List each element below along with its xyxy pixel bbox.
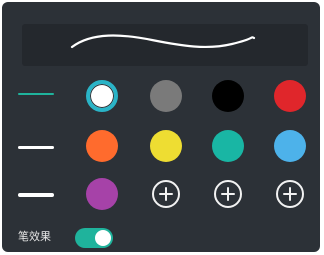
stroke-width-thick[interactable] bbox=[6, 176, 68, 216]
color-swatch-gray[interactable] bbox=[150, 80, 182, 112]
color-swatch-orange[interactable] bbox=[86, 130, 118, 162]
color-swatch-red[interactable] bbox=[274, 80, 306, 112]
color-palette bbox=[84, 76, 316, 226]
stroke-width-medium-line bbox=[18, 146, 54, 149]
pen-effect-label: 笔效果 bbox=[18, 230, 51, 243]
add-color-button[interactable] bbox=[152, 180, 180, 208]
color-swatch-white[interactable] bbox=[86, 80, 118, 112]
plus-icon bbox=[159, 187, 173, 201]
stroke-width-thin[interactable] bbox=[6, 74, 68, 114]
color-swatch-black[interactable] bbox=[212, 80, 244, 112]
color-swatch-yellow[interactable] bbox=[150, 130, 182, 162]
toggle-knob bbox=[95, 230, 111, 246]
color-swatch-purple[interactable] bbox=[86, 178, 118, 210]
pen-settings-panel: 笔效果 bbox=[2, 2, 320, 252]
stroke-preview bbox=[22, 24, 308, 66]
stroke-preview-curve bbox=[70, 34, 256, 49]
color-swatch-teal[interactable] bbox=[212, 130, 244, 162]
stroke-width-thick-line bbox=[18, 193, 54, 197]
plus-icon bbox=[221, 187, 235, 201]
pen-effect-toggle[interactable] bbox=[75, 228, 113, 248]
add-color-button[interactable] bbox=[214, 180, 242, 208]
stroke-width-medium[interactable] bbox=[6, 128, 68, 168]
color-swatch-blue[interactable] bbox=[274, 130, 306, 162]
plus-icon bbox=[283, 187, 297, 201]
add-color-button[interactable] bbox=[276, 180, 304, 208]
stroke-width-thin-line bbox=[18, 93, 54, 95]
stroke-width-list bbox=[6, 74, 68, 226]
